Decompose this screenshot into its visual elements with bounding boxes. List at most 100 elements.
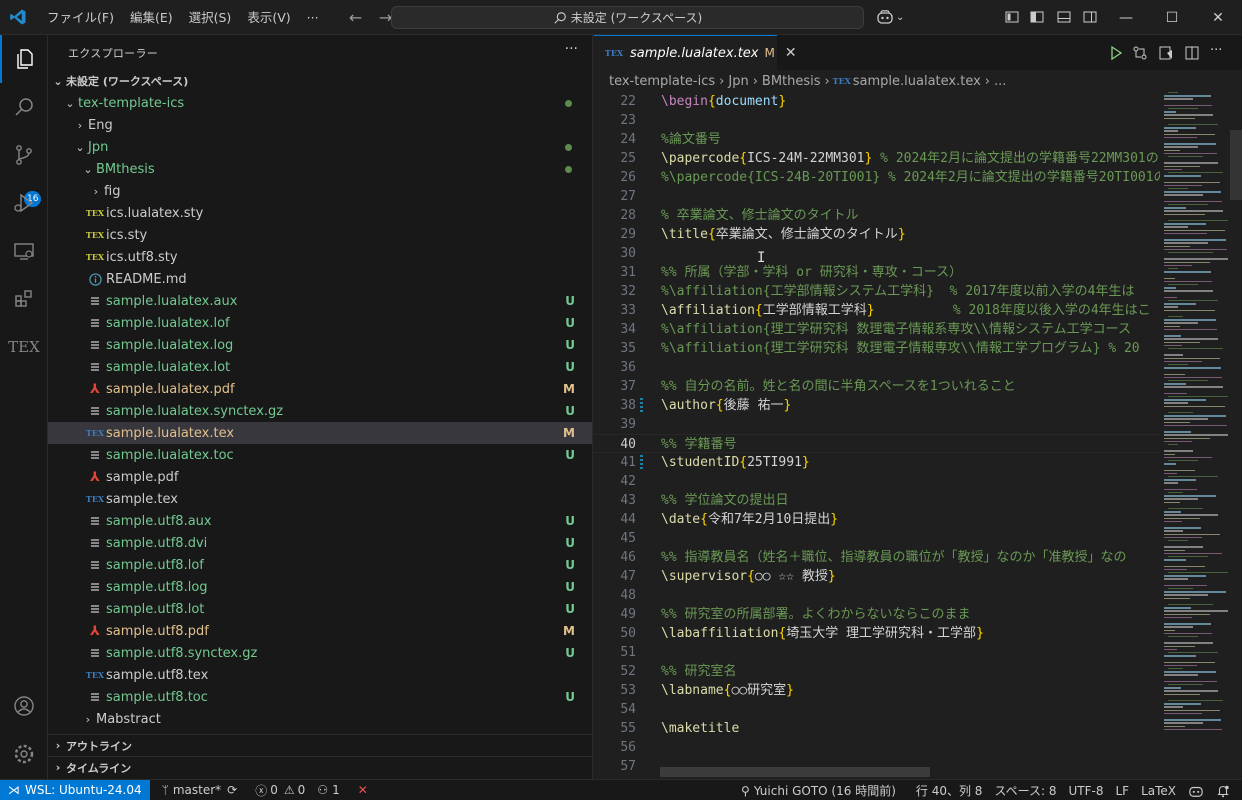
tree-file[interactable]: sample.utf8.lof U [48, 554, 592, 576]
toggle-secondary-sidebar-icon[interactable] [1082, 9, 1098, 25]
code-line[interactable]: 54 [594, 700, 1160, 719]
code-editor[interactable]: 22 \begin{document} 23 24 %論文番号 25 \papercode{… [594, 92, 1160, 779]
breadcrumb-item[interactable]: tex-template-ics [609, 74, 715, 89]
code-line[interactable]: 52 %% 研究室名 [594, 662, 1160, 681]
breadcrumb-item[interactable]: ... [994, 74, 1006, 89]
open-preview-icon[interactable] [1158, 45, 1174, 61]
run-icon[interactable] [1108, 45, 1124, 61]
search-icon[interactable] [0, 83, 48, 131]
ports-indicator[interactable]: ⚇ 1 [311, 780, 345, 800]
tree-file[interactable]: sample.lualatex.log U [48, 334, 592, 356]
minimap[interactable] [1160, 92, 1230, 779]
tree-file[interactable]: sample.utf8.lot U [48, 598, 592, 620]
tree-file[interactable]: sample.utf8.synctex.gz U [48, 642, 592, 664]
code-line[interactable]: 47 \supervisor{○○ ☆☆ 教授} [594, 567, 1160, 586]
code-line[interactable]: 35 %\affiliation{理工学研究科 数理電子情報専攻\\情報工学プログ… [594, 339, 1160, 358]
vertical-scrollbar-thumb[interactable] [1230, 130, 1242, 200]
minimize-icon[interactable]: — [1103, 0, 1149, 35]
code-line[interactable]: 34 %\affiliation{理工学研究科 数理電子情報系専攻\\情報システム… [594, 320, 1160, 339]
code-line[interactable]: 28 % 卒業論文、修士論文のタイトル [594, 206, 1160, 225]
breadcrumb-item[interactable]: Jpn [728, 74, 748, 89]
close-tab-icon[interactable]: ✕ [785, 45, 797, 61]
code-line[interactable]: 39 [594, 415, 1160, 434]
git-branch[interactable]: ᛘ master* ⟳ [156, 780, 244, 800]
tree-folder-fig[interactable]: › fig [48, 180, 592, 202]
explorer-icon[interactable] [0, 35, 48, 83]
build-error-icon[interactable]: ✕ [352, 780, 374, 800]
outline-section-header[interactable]: › アウトライン [48, 734, 592, 756]
tree-file[interactable]: TEX ics.lualatex.sty [48, 202, 592, 224]
tree-file[interactable]: sample.utf8.toc U [48, 686, 592, 708]
tree-file[interactable]: TEX sample.tex [48, 488, 592, 510]
code-line[interactable]: 50 \labaffiliation{埼玉大学 理工学研究科・工学部} [594, 624, 1160, 643]
code-line[interactable]: 22 \begin{document} [594, 92, 1160, 111]
tree-file[interactable]: ⅄ sample.utf8.pdf M [48, 620, 592, 642]
code-line[interactable]: 29 \title{卒業論文、修士論文のタイトル} [594, 225, 1160, 244]
back-arrow-icon[interactable]: ← [341, 8, 371, 27]
more-actions-icon[interactable]: ··· [1210, 43, 1226, 59]
run-and-debug-icon[interactable] [0, 179, 48, 227]
more-actions-icon[interactable]: ··· [565, 41, 578, 57]
code-line[interactable]: 53 \labname{○○研究室} [594, 681, 1160, 700]
code-line[interactable]: 23 [594, 111, 1160, 130]
extensions-icon[interactable] [0, 275, 48, 323]
code-line[interactable]: 37 %% 自分の名前。姓と名の間に半角スペースを1ついれること [594, 377, 1160, 396]
tree-folder-tex-template-ics[interactable]: ⌄ tex-template-ics [48, 92, 592, 114]
tex-icon[interactable]: TEX [0, 323, 48, 371]
settings-gear-icon[interactable] [0, 730, 48, 778]
tree-folder-bmthesis[interactable]: ⌄ BMthesis [48, 158, 592, 180]
code-line[interactable]: 43 %% 学位論文の提出日 [594, 491, 1160, 510]
tree-file[interactable]: sample.utf8.dvi U [48, 532, 592, 554]
git-blame[interactable]: ⚲ Yuichi GOTO (16 時間前) [735, 780, 902, 800]
timeline-section-header[interactable]: › タイムライン [48, 756, 592, 778]
tree-file[interactable]: sample.utf8.log U [48, 576, 592, 598]
breadcrumb-item[interactable]: BMthesis [762, 74, 821, 89]
maximize-icon[interactable]: ☐ [1149, 0, 1195, 35]
tree-file[interactable]: sample.utf8.aux U [48, 510, 592, 532]
indentation[interactable]: スペース: 8 [988, 780, 1062, 800]
account-icon[interactable] [0, 682, 48, 730]
tree-file[interactable]: sample.lualatex.synctex.gz U [48, 400, 592, 422]
workspace-header[interactable]: ⌄ 未設定 (ワークスペース) [48, 70, 592, 92]
code-line[interactable]: 41 \studentID{25TI991} [594, 453, 1160, 472]
code-line[interactable]: 25 \papercode{ICS-24M-22MM301} % 2024年2月に… [594, 149, 1160, 168]
tree-folder-mabstract[interactable]: › Mabstract [48, 708, 592, 730]
tree-file[interactable]: sample.lualatex.toc U [48, 444, 592, 466]
code-line[interactable]: 27 [594, 187, 1160, 206]
tree-file[interactable]: ⅄ sample.pdf [48, 466, 592, 488]
menu-more[interactable]: ··· [299, 0, 327, 35]
tree-file[interactable]: ⅄ sample.lualatex.pdf M [48, 378, 592, 400]
copilot-status-icon[interactable] [1182, 780, 1210, 800]
encoding[interactable]: UTF-8 [1062, 780, 1109, 800]
tree-file-selected[interactable]: TEX sample.lualatex.tex M [48, 422, 592, 444]
code-line[interactable]: 24 %論文番号 [594, 130, 1160, 149]
notifications-bell-icon[interactable] [1210, 780, 1236, 800]
toggle-panel-icon[interactable] [1056, 9, 1072, 25]
menu-file[interactable]: ファイル(F) [39, 0, 122, 35]
code-line[interactable]: 45 [594, 529, 1160, 548]
cursor-position[interactable]: 行 40、列 8 [910, 780, 989, 800]
code-line[interactable]: 42 [594, 472, 1160, 491]
split-editor-icon[interactable] [1184, 45, 1200, 61]
menu-selection[interactable]: 選択(S) [181, 0, 240, 35]
tree-file[interactable]: sample.lualatex.lof U [48, 312, 592, 334]
menu-view[interactable]: 表示(V) [239, 0, 298, 35]
source-control-icon[interactable] [0, 131, 48, 179]
code-line[interactable]: 36 [594, 358, 1160, 377]
code-line[interactable]: 30 [594, 244, 1160, 263]
tree-file[interactable]: sample.lualatex.lot U [48, 356, 592, 378]
code-line[interactable]: 38 \author{後藤 祐一} [594, 396, 1160, 415]
command-center-search[interactable]: 未設定 (ワークスペース) [391, 6, 864, 29]
code-line[interactable]: 40 %% 学籍番号 [594, 434, 1160, 453]
tab-sample-lualatex-tex[interactable]: TEX sample.lualatex.tex M ✕ [594, 35, 797, 70]
code-line[interactable]: 44 \date{令和7年2月10日提出} [594, 510, 1160, 529]
code-line[interactable]: 49 %% 研究室の所属部署。よくわからないならこのまま [594, 605, 1160, 624]
problems-indicator[interactable]: ⓧ 0 ⚠ 0 [249, 780, 311, 800]
remote-explorer-icon[interactable] [0, 227, 48, 275]
tree-folder-eng[interactable]: › Eng [48, 114, 592, 136]
tree-file[interactable]: TEX sample.utf8.tex [48, 664, 592, 686]
code-line[interactable]: 51 [594, 643, 1160, 662]
customize-layout-icon[interactable] [1004, 9, 1020, 25]
close-icon[interactable]: ✕ [1195, 0, 1241, 35]
code-line[interactable]: 46 %% 指導教員名（姓名＋職位、指導教員の職位が「教授」なのか「准教授」なの [594, 548, 1160, 567]
